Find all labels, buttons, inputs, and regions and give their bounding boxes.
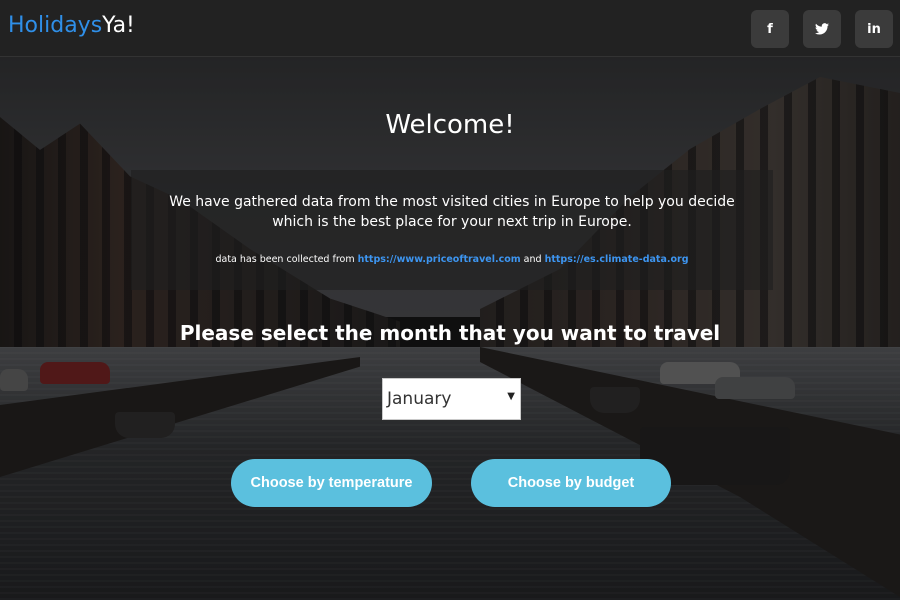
brand-part-1: Holidays (8, 13, 103, 38)
info-box: We have gathered data from the most visi… (131, 170, 773, 290)
choose-by-budget-button[interactable]: Choose by budget (471, 459, 671, 507)
brand-logo[interactable]: HolidaysYa! (8, 13, 135, 38)
navbar: HolidaysYa! f in (0, 0, 900, 57)
choose-by-temperature-button[interactable]: Choose by temperature (231, 459, 432, 507)
facebook-button[interactable]: f (751, 10, 789, 48)
linkedin-icon: in (867, 21, 881, 37)
data-credits: data has been collected from https://www… (131, 254, 773, 265)
twitter-button[interactable] (803, 10, 841, 48)
month-prompt: Please select the month that you want to… (179, 321, 721, 345)
priceoftravel-link[interactable]: https://www.priceoftravel.com (358, 254, 521, 265)
facebook-icon: f (767, 21, 773, 37)
intro-text: We have gathered data from the most visi… (169, 194, 735, 230)
welcome-heading: Welcome! (385, 110, 515, 140)
twitter-icon (815, 23, 829, 35)
climate-data-link[interactable]: https://es.climate-data.org (545, 254, 689, 265)
brand-part-2: Ya! (102, 13, 135, 38)
dropdown-arrow-icon: ▼ (507, 391, 515, 402)
month-select-value: January (387, 389, 452, 409)
month-select[interactable]: January ▼ (382, 378, 521, 420)
linkedin-button[interactable]: in (855, 10, 893, 48)
credits-prefix: data has been collected from (215, 254, 358, 265)
credits-and: and (520, 254, 545, 265)
